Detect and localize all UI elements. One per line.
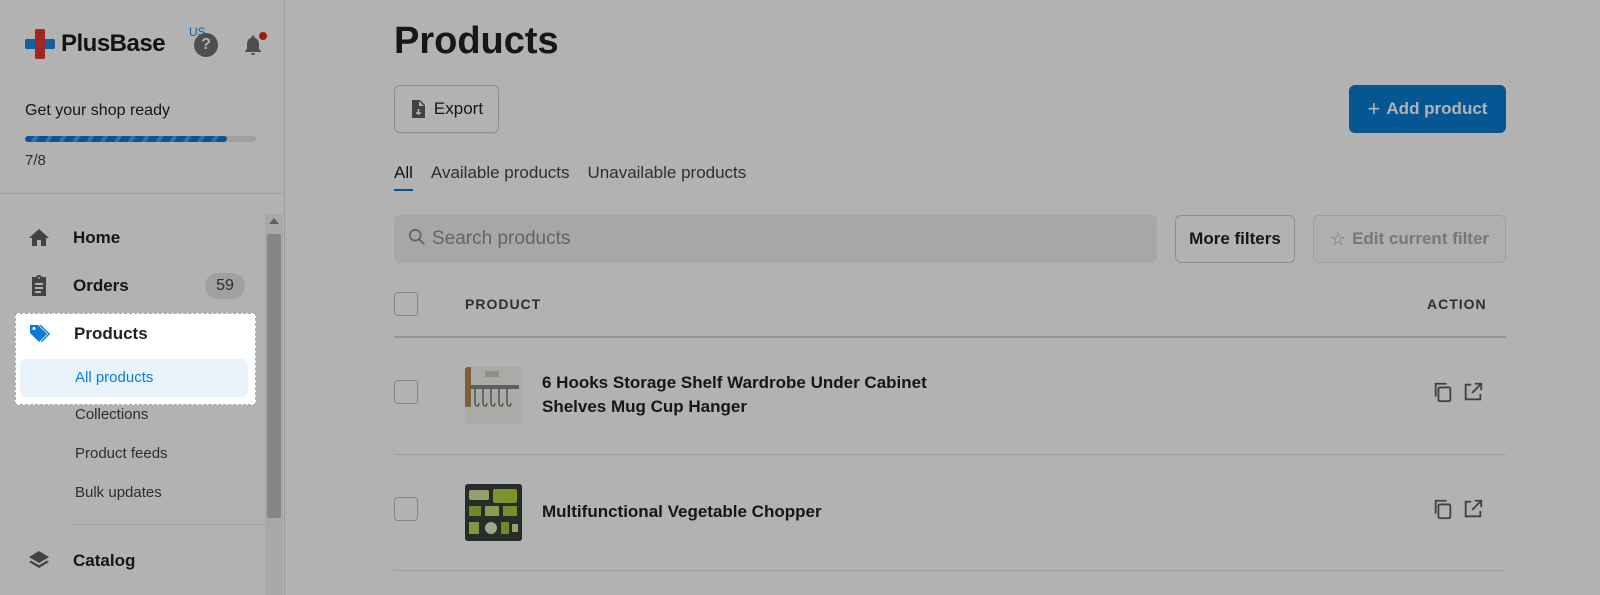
- add-product-button[interactable]: + Add product: [1349, 85, 1506, 133]
- sub-item-all-products[interactable]: All products: [75, 369, 153, 386]
- plusbase-logo-icon: [25, 29, 55, 59]
- nav-label-home: Home: [73, 228, 121, 247]
- row-divider: [394, 570, 1506, 571]
- tour-highlight-products: Products All products: [15, 313, 256, 405]
- orders-count-badge: 59: [205, 273, 245, 299]
- tab-unavailable-products[interactable]: Unavailable products: [588, 163, 747, 191]
- layers-icon: [29, 551, 49, 568]
- edit-current-filter-button[interactable]: ☆ Edit current filter: [1313, 215, 1506, 263]
- setup-progress-fill: [25, 136, 228, 142]
- setup-title[interactable]: Get your shop ready: [25, 102, 170, 120]
- sidebar: PlusBase US ? Get your shop ready 7/8 Ho…: [0, 0, 285, 595]
- help-icon[interactable]: ?: [194, 33, 218, 57]
- more-filters-button[interactable]: More filters: [1175, 215, 1295, 263]
- nav-item-catalog[interactable]: Catalog: [0, 541, 265, 581]
- scroll-up-arrow-icon[interactable]: [269, 218, 279, 224]
- hooks-shelf-image: [465, 367, 522, 424]
- product-thumbnail[interactable]: [465, 367, 522, 424]
- row-checkbox[interactable]: [394, 497, 418, 521]
- setup-progress-text: 7/8: [25, 152, 46, 169]
- divider: [0, 193, 285, 194]
- star-icon: ☆: [1329, 228, 1347, 249]
- vegetable-chopper-image: [465, 484, 522, 541]
- nav-label-products: Products: [74, 324, 148, 343]
- product-title[interactable]: 6 Hooks Storage Shelf Wardrobe Under Cab…: [542, 371, 942, 419]
- add-product-label: Add product: [1386, 99, 1488, 118]
- setup-progress-bar: [25, 136, 256, 142]
- search-input[interactable]: [432, 215, 1132, 263]
- nav-item-home[interactable]: Home: [0, 218, 265, 258]
- clipboard-icon: [32, 275, 46, 296]
- row-divider: [394, 454, 1506, 455]
- search-icon: [408, 228, 425, 245]
- external-link-icon[interactable]: [1462, 381, 1484, 403]
- column-header-action: ACTION: [1427, 296, 1487, 312]
- search-box[interactable]: [394, 215, 1157, 263]
- nav-label-catalog: Catalog: [73, 551, 136, 570]
- sub-item-collections[interactable]: Collections: [75, 406, 148, 423]
- notification-dot: [259, 32, 267, 40]
- home-icon: [29, 229, 49, 246]
- tags-icon: [30, 325, 50, 342]
- sidebar-scrollbar[interactable]: [265, 214, 283, 595]
- edit-filter-label: Edit current filter: [1352, 229, 1490, 248]
- plus-icon: +: [1367, 96, 1381, 121]
- external-link-icon[interactable]: [1462, 498, 1484, 520]
- sub-item-bulk-updates[interactable]: Bulk updates: [75, 484, 162, 501]
- scroll-thumb[interactable]: [267, 234, 281, 518]
- nav-label-orders: Orders: [73, 276, 129, 295]
- brand-logo[interactable]: PlusBase US: [25, 25, 206, 59]
- export-button[interactable]: Export: [394, 85, 499, 133]
- select-all-checkbox[interactable]: [394, 292, 418, 316]
- duplicate-icon[interactable]: [1432, 381, 1454, 403]
- product-title[interactable]: Multifunctional Vegetable Chopper: [542, 500, 942, 524]
- table-header-divider: [394, 336, 1506, 338]
- tab-available-products[interactable]: Available products: [431, 163, 570, 191]
- row-checkbox[interactable]: [394, 380, 418, 404]
- duplicate-icon[interactable]: [1432, 498, 1454, 520]
- column-header-product: PRODUCT: [465, 296, 542, 312]
- export-label: Export: [433, 99, 484, 118]
- nav-item-orders[interactable]: Orders 59: [0, 266, 265, 306]
- export-file-icon: [411, 100, 425, 118]
- sub-item-product-feeds[interactable]: Product feeds: [75, 445, 168, 462]
- divider: [73, 524, 265, 525]
- tab-all[interactable]: All: [394, 163, 413, 191]
- page-title: Products: [394, 20, 559, 62]
- brand-name: PlusBase: [61, 30, 166, 57]
- product-tabs: All Available products Unavailable produ…: [394, 163, 764, 191]
- product-thumbnail[interactable]: [465, 484, 522, 541]
- nav-item-products[interactable]: Products: [1, 314, 266, 354]
